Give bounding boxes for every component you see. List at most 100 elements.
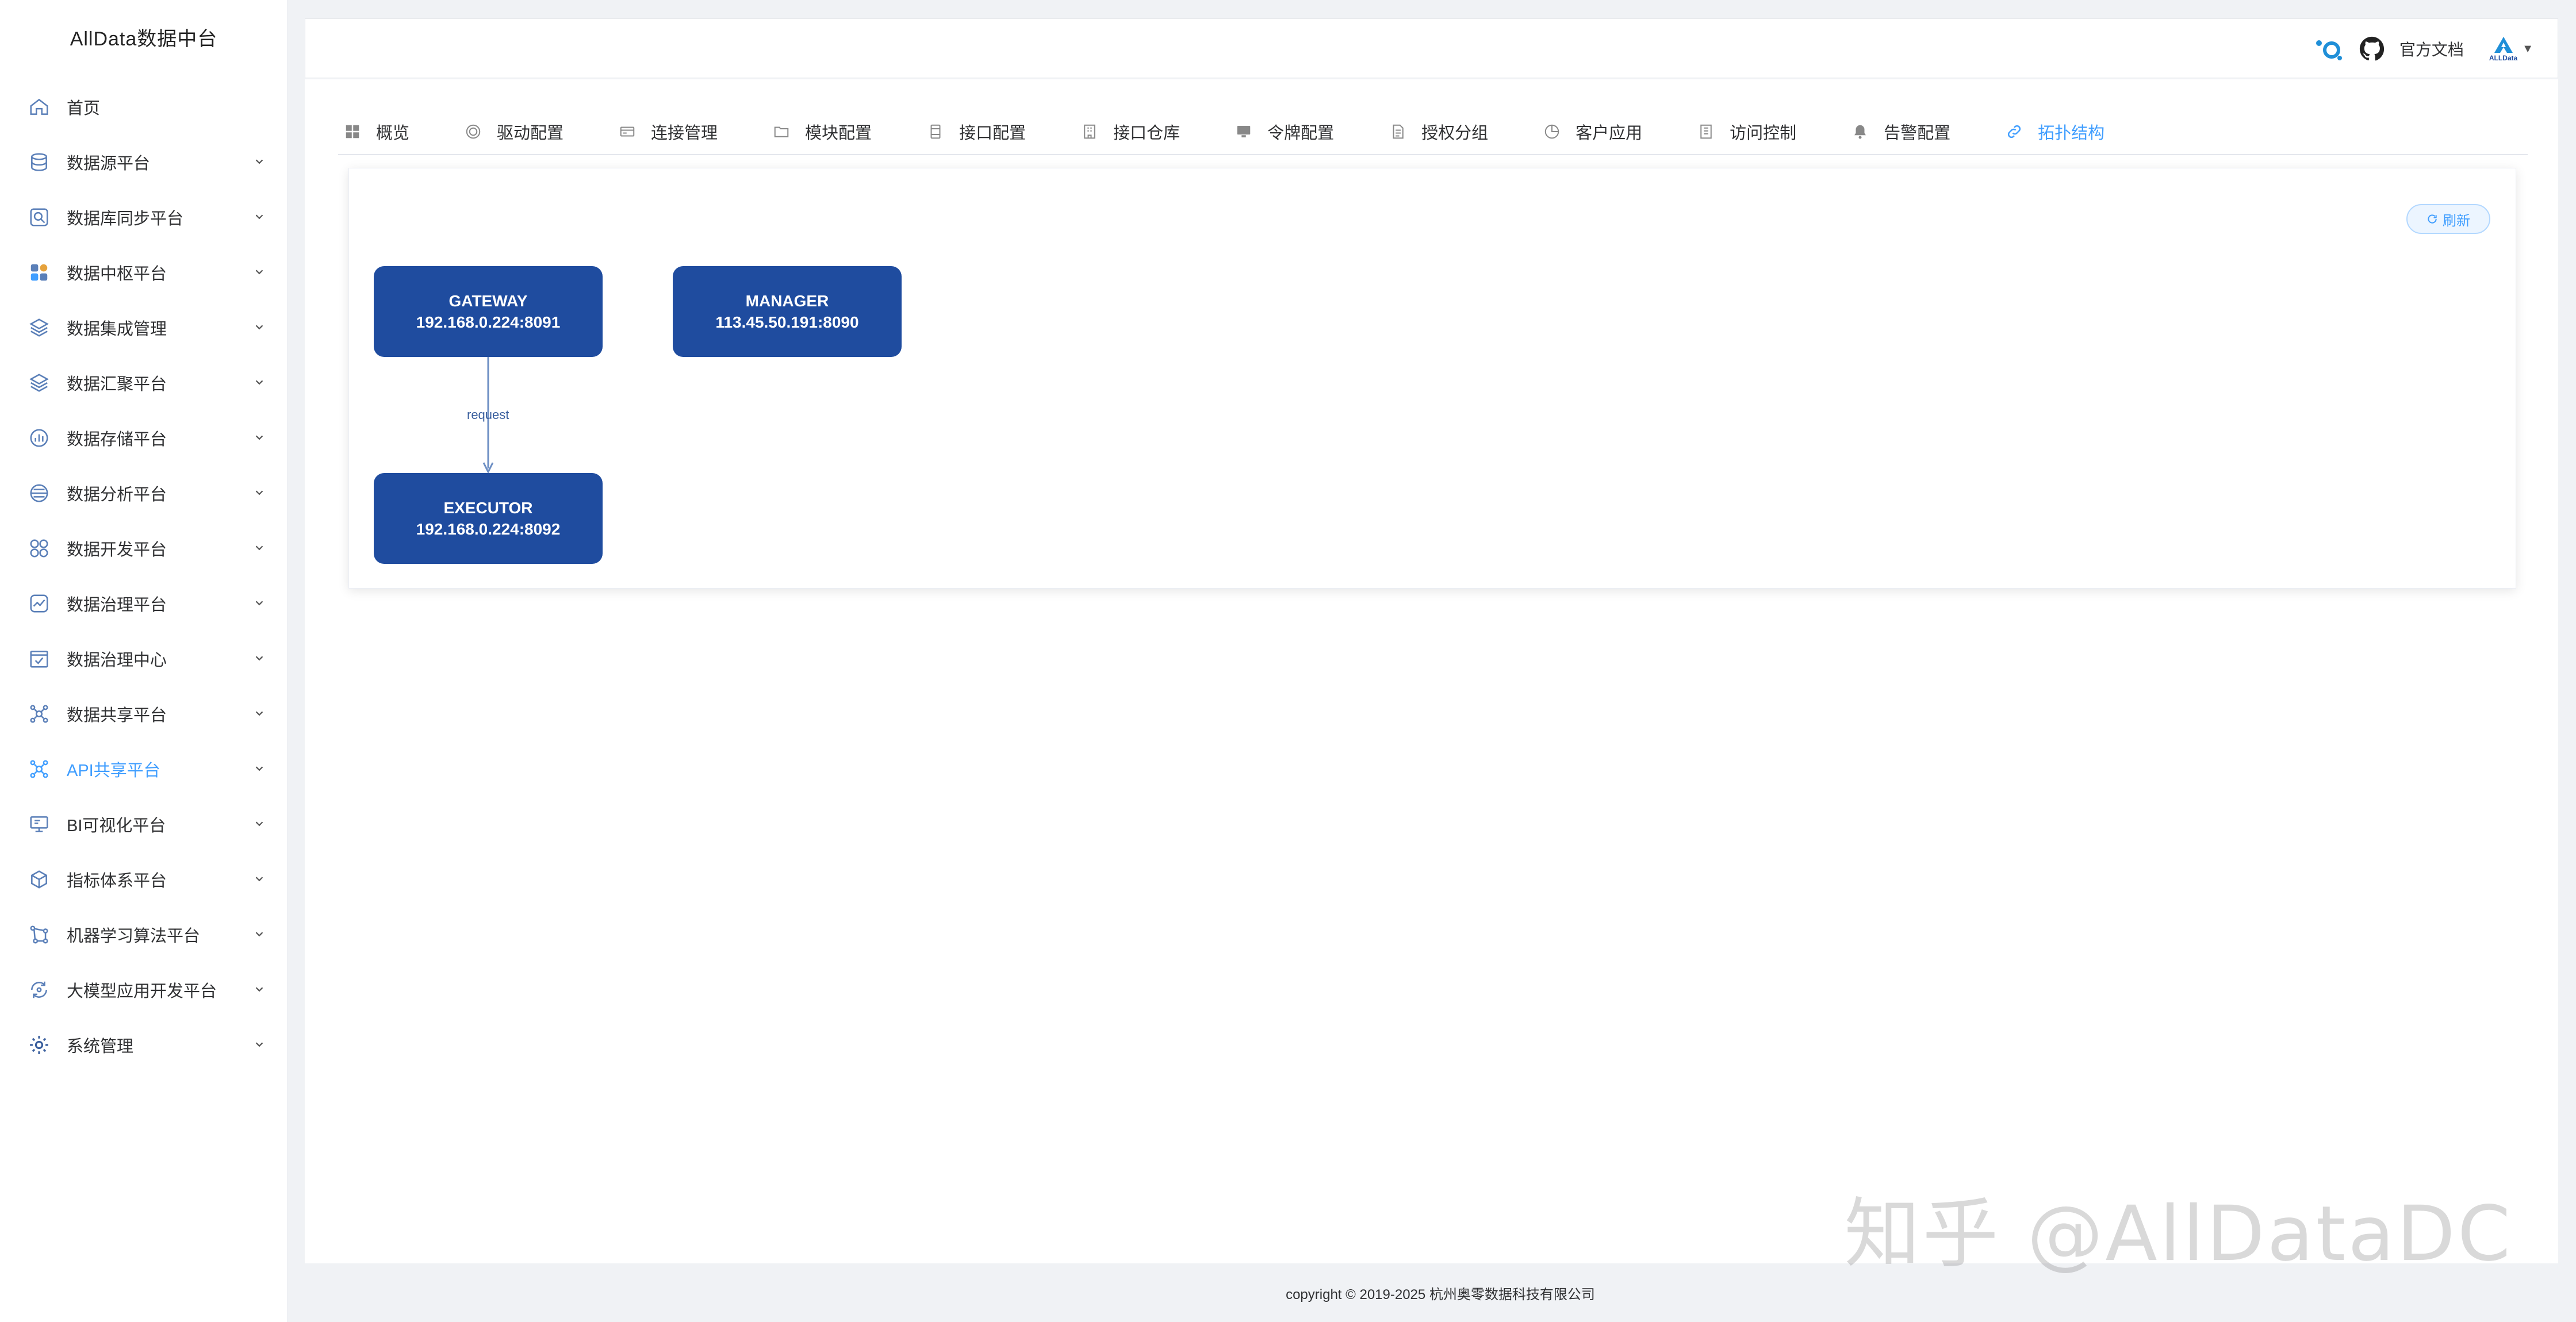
chevron-down-icon (255, 601, 263, 606)
sidebar-item-label: 数据源平台 (67, 155, 151, 173)
node-address: 192.168.0.224:8091 (416, 313, 561, 331)
chevron-down-icon (255, 490, 263, 495)
sidebar-item-data-aggregation[interactable]: 数据汇聚平台 (0, 355, 288, 410)
sidebar-item-label: 数据治理平台 (67, 596, 167, 614)
node-address: 192.168.0.224:8092 (416, 520, 561, 538)
tab-overview[interactable]: 概览 (338, 109, 409, 155)
module-tabs: 概览 驱动配置 连接管理 模块配置 接口配置 接口仓库 令牌配置 授权分组 客户… (338, 109, 2528, 155)
hub-icon (28, 261, 51, 284)
sidebar-item-label: 数据分析平台 (67, 486, 167, 504)
tab-driver-config[interactable]: 驱动配置 (459, 109, 564, 155)
sync-icon (28, 206, 51, 229)
chevron-down-icon (255, 711, 263, 716)
grid-icon (28, 537, 51, 560)
node-executor[interactable]: EXECUTOR 192.168.0.224:8092 (374, 473, 603, 564)
chevron-down-icon (255, 821, 263, 827)
refresh-button[interactable]: 刷新 (2406, 204, 2490, 234)
ml-icon (28, 923, 51, 946)
chevron-down-icon (255, 656, 263, 661)
share-icon (28, 702, 51, 725)
link-icon (2008, 125, 2021, 139)
chevron-down-icon (255, 987, 263, 992)
sidebar-item-bi[interactable]: BI可视化平台 (0, 797, 288, 852)
layers-icon (28, 316, 51, 339)
sidebar-item-governance-center[interactable]: 数据治理中心 (0, 631, 288, 686)
chevron-down-icon (255, 435, 263, 440)
tab-client-app[interactable]: 客户应用 (1538, 109, 1642, 155)
tab-access-control[interactable]: 访问控制 (1692, 109, 1796, 155)
github-icon[interactable] (2359, 36, 2385, 62)
user-menu[interactable]: ALLData ▼ (2489, 36, 2533, 62)
sidebar-item-label: 数据集成管理 (67, 320, 167, 339)
docs-link[interactable]: 官方文档 (2399, 37, 2464, 60)
pie-icon (1544, 124, 1559, 139)
sidebar-item-label: 数据库同步平台 (67, 210, 184, 228)
sidebar-item-data-hub[interactable]: 数据中枢平台 (0, 245, 288, 300)
sidebar-item-data-dev[interactable]: 数据开发平台 (0, 521, 288, 576)
settings-icon (28, 1033, 51, 1056)
sidebar-item-home[interactable]: 首页 (0, 79, 288, 134)
sidebar-item-data-share[interactable]: 数据共享平台 (0, 686, 288, 741)
sidebar-item-datasource[interactable]: 数据源平台 (0, 134, 288, 190)
node-gateway[interactable]: GATEWAY 192.168.0.224:8091 (374, 266, 603, 357)
sidebar-item-data-storage[interactable]: 数据存储平台 (0, 410, 288, 466)
chevron-down-icon (255, 1042, 263, 1047)
sidebar-item-llm-dev[interactable]: 大模型应用开发平台 (0, 962, 288, 1017)
sidebar-item-metrics[interactable]: 指标体系平台 (0, 852, 288, 907)
chevron-down-icon (255, 270, 263, 275)
sidebar-item-label: 数据开发平台 (67, 541, 167, 559)
caret-down-icon: ▼ (2522, 42, 2533, 55)
tab-token-config[interactable]: 令牌配置 (1229, 109, 1334, 155)
monitor-icon (28, 813, 51, 836)
sidebar-item-label: 数据汇聚平台 (67, 375, 167, 394)
sidebar-item-data-integration[interactable]: 数据集成管理 (0, 300, 288, 355)
refresh-circle-icon (28, 978, 51, 1001)
chevron-down-icon (255, 214, 263, 220)
plugin-icon[interactable] (2313, 36, 2344, 62)
node-address: 113.45.50.191:8090 (715, 313, 859, 331)
cube-icon (28, 868, 51, 891)
refresh-icon (2428, 214, 2437, 224)
chevron-down-icon (255, 932, 263, 937)
sidebar-item-data-governance[interactable]: 数据治理平台 (0, 576, 288, 631)
monitor-icon (1237, 126, 1251, 137)
node-manager[interactable]: MANAGER 113.45.50.191:8090 (673, 266, 902, 357)
sidebar-item-label: 系统管理 (67, 1037, 134, 1056)
home-icon (28, 95, 51, 118)
top-header: 官方文档 ALLData ▼ (305, 18, 2558, 78)
bell-icon (1854, 125, 1866, 139)
sidebar-item-system[interactable]: 系统管理 (0, 1017, 288, 1073)
tab-connection[interactable]: 连接管理 (613, 109, 718, 155)
tab-alert-config[interactable]: 告警配置 (1846, 109, 1950, 155)
chevron-down-icon (255, 877, 263, 882)
document-icon (1393, 124, 1404, 139)
storage-icon (28, 426, 51, 449)
tab-api-config[interactable]: 接口配置 (921, 109, 1026, 155)
tab-auth-group[interactable]: 授权分组 (1383, 109, 1488, 155)
node-name: EXECUTOR (443, 499, 533, 517)
share-icon (28, 758, 51, 781)
tab-module-config[interactable]: 模块配置 (767, 109, 872, 155)
sidebar-item-data-analysis[interactable]: 数据分析平台 (0, 466, 288, 521)
sidebar-item-label: 指标体系平台 (67, 872, 167, 890)
sidebar-item-label: BI可视化平台 (67, 817, 166, 835)
app-title: AllData数据中台 (70, 28, 218, 50)
chart-icon (28, 592, 51, 615)
sidebar-item-ml[interactable]: 机器学习算法平台 (0, 907, 288, 962)
sidebar-item-api-share[interactable]: API共享平台 (0, 741, 288, 797)
analysis-icon (28, 482, 51, 505)
edge-label: request (467, 408, 509, 422)
tab-api-repo[interactable]: 接口仓库 (1075, 109, 1180, 155)
chevron-down-icon (255, 545, 263, 551)
sidebar-item-label: 大模型应用开发平台 (67, 982, 217, 1001)
database-icon (28, 151, 51, 174)
sidebar-item-label: 首页 (67, 99, 101, 118)
sidebar-item-db-sync[interactable]: 数据库同步平台 (0, 190, 288, 245)
tab-topology[interactable]: 拓扑结构 (2000, 109, 2104, 155)
header-actions: 官方文档 ALLData ▼ (2313, 19, 2533, 79)
chevron-down-icon (255, 325, 263, 330)
sidebar: AllData数据中台 首页 数据源平台 数据库同步平台 数据中枢平台 数据集成… (0, 0, 288, 1322)
sidebar-item-label: API共享平台 (67, 762, 160, 780)
check-calendar-icon (28, 647, 51, 670)
copyright-text: copyright © 2019-2025 杭州奥零数据科技有限公司 (1286, 1286, 1595, 1302)
